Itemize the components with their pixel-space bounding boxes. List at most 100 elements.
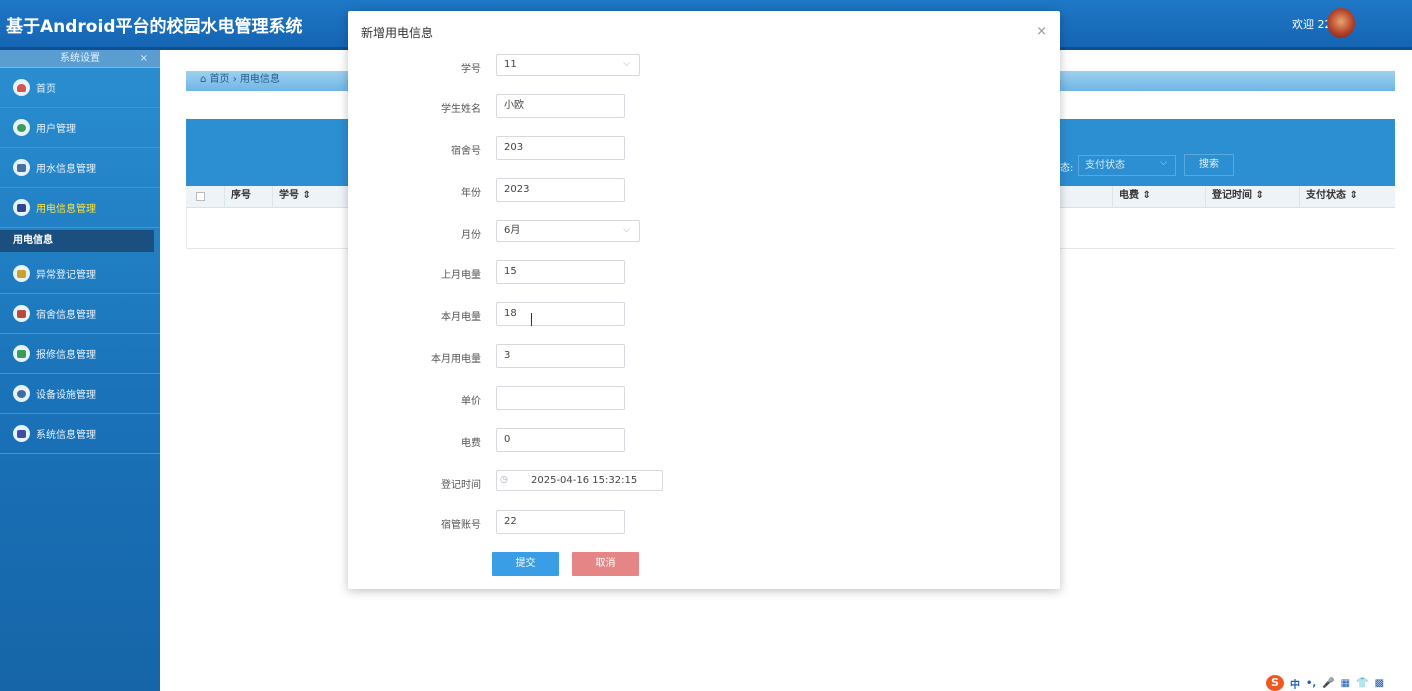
ime-toolbox-icon[interactable]: ▩ [1375,678,1384,689]
register-time-value: 2025-04-16 15:32:15 [531,475,638,486]
year-label: 年份 [461,188,481,199]
this-month-reading-label: 本月电量 [441,312,481,323]
student-name-input[interactable]: 小欧 [496,94,625,118]
sidebar-item-device[interactable]: 设备设施管理 [0,374,160,414]
form-row-manager-account: 宿管账号 22 [348,510,1060,536]
column-header-student-id[interactable]: 学号 ⇕ [272,186,352,208]
warning-icon [13,265,30,282]
ime-keyboard-icon[interactable]: ▦ [1341,678,1350,689]
student-id-label: 学号 [461,64,481,75]
student-name-label: 学生姓名 [441,104,481,115]
dorm-icon [13,305,30,322]
form-row-student-name: 学生姓名 小欧 [348,94,1060,120]
year-input[interactable]: 2023 [496,178,625,202]
chevron-down-icon: ⌵ [623,59,630,69]
avatar[interactable] [1327,8,1355,38]
column-header-fee[interactable]: 电费 ⇕ [1112,186,1202,208]
form-row-year: 年份 2023 [348,178,1060,204]
form-row-dorm-no: 宿舍号 203 [348,136,1060,162]
sidebar-item-electric[interactable]: 用电信息管理 [0,188,160,228]
sidebar-title: 系统设置 × [0,50,160,68]
home-icon [13,79,30,96]
sidebar-collapse-icon[interactable]: × [140,50,148,68]
device-icon [13,385,30,402]
status-filter-label: 态: [1060,163,1074,174]
app-title: 基于Android平台的校园水电管理系统 [6,17,303,37]
month-value: 6月 [504,225,521,236]
close-icon[interactable]: × [1036,24,1047,39]
form-row-this-month-usage: 本月用电量 3 [348,344,1060,370]
sidebar-item-system[interactable]: 系统信息管理 [0,414,160,454]
modal-title: 新增用电信息 [361,26,434,40]
form-row-last-month-reading: 上月电量 15 [348,260,1060,286]
submit-button[interactable]: 提交 [492,552,559,576]
month-label: 月份 [461,230,481,241]
sidebar: 系统设置 × 首页 用户管理 用水信息管理 用电信息管理 用电信息 异常登记管理… [0,50,160,691]
ime-chinese-mode[interactable]: 中 [1290,676,1300,691]
this-month-usage-label: 本月用电量 [431,354,481,365]
manager-account-input[interactable]: 22 [496,510,625,534]
month-select[interactable]: 6月 ⌵ [496,220,640,242]
text-cursor-icon [531,313,533,326]
sidebar-item-label: 用户管理 [36,124,76,135]
sidebar-item-home[interactable]: 首页 [0,68,160,108]
dorm-no-input[interactable]: 203 [496,136,625,160]
fee-label: 电费 [461,438,481,449]
sidebar-item-label: 宿舍信息管理 [36,310,96,321]
sidebar-item-water[interactable]: 用水信息管理 [0,148,160,188]
form-row-month: 月份 6月 ⌵ [348,220,1060,246]
water-icon [13,159,30,176]
sidebar-subitem-electric-info[interactable]: 用电信息 [0,230,154,252]
electric-icon [13,199,30,216]
column-header-index: 序号 [224,186,266,208]
form-row-fee: 电费 0 [348,428,1060,454]
unit-price-input[interactable] [496,386,625,410]
ime-toolbar: S 中 •, 🎤 ▦ 👕 ▩ [1266,675,1412,691]
sidebar-item-label: 用水信息管理 [36,164,96,175]
last-month-reading-input[interactable]: 15 [496,260,625,284]
ime-logo-icon[interactable]: S [1266,675,1284,691]
column-header-register-time[interactable]: 登记时间 ⇕ [1205,186,1295,208]
this-month-usage-input[interactable]: 3 [496,344,625,368]
repair-icon [13,345,30,362]
this-month-reading-input[interactable]: 18 [496,302,625,326]
form-row-unit-price: 单价 [348,386,1060,412]
column-header-pay-status[interactable]: 支付状态 ⇕ [1299,186,1395,208]
breadcrumb-home-link[interactable]: 首页 [210,74,230,85]
register-time-picker[interactable]: ◷ 2025-04-16 15:32:15 [496,470,663,491]
search-button[interactable]: 搜索 [1184,154,1234,176]
register-time-label: 登记时间 [441,480,481,491]
manager-account-label: 宿管账号 [441,520,481,531]
sidebar-item-users[interactable]: 用户管理 [0,108,160,148]
dorm-no-label: 宿舍号 [451,146,481,157]
status-filter-select[interactable]: 支付状态 [1078,154,1176,176]
sidebar-item-abnormal[interactable]: 异常登记管理 [0,254,160,294]
form-row-this-month-reading: 本月电量 18 [348,302,1060,328]
sidebar-item-label: 首页 [36,84,56,95]
ime-skin-icon[interactable]: 👕 [1356,678,1368,689]
select-all-checkbox[interactable] [196,192,205,201]
sidebar-item-label: 设备设施管理 [36,390,96,401]
clock-icon: ◷ [500,475,508,485]
system-icon [13,425,30,442]
student-id-select[interactable]: 11 ⌵ [496,54,640,76]
last-month-reading-label: 上月电量 [441,270,481,281]
ime-punctuation-icon[interactable]: •, [1306,678,1316,689]
fee-input[interactable]: 0 [496,428,625,452]
sidebar-item-dorm[interactable]: 宿舍信息管理 [0,294,160,334]
unit-price-label: 单价 [461,396,481,407]
student-id-value: 11 [504,59,517,70]
sidebar-item-label: 报修信息管理 [36,350,96,361]
chevron-down-icon: ⌵ [623,225,630,235]
sidebar-item-label: 系统信息管理 [36,430,96,441]
cancel-button[interactable]: 取消 [572,552,639,576]
breadcrumb-current: 用电信息 [239,74,280,85]
sidebar-item-label: 用电信息管理 [36,204,96,215]
welcome-text: 欢迎 22 [1292,18,1332,31]
user-icon [13,119,30,136]
breadcrumb-separator: › [232,74,237,85]
sidebar-title-label: 系统设置 [60,53,100,64]
ime-microphone-icon[interactable]: 🎤 [1322,678,1334,689]
sidebar-item-repair[interactable]: 报修信息管理 [0,334,160,374]
form-row-register-time: 登记时间 ◷ 2025-04-16 15:32:15 [348,470,1060,496]
